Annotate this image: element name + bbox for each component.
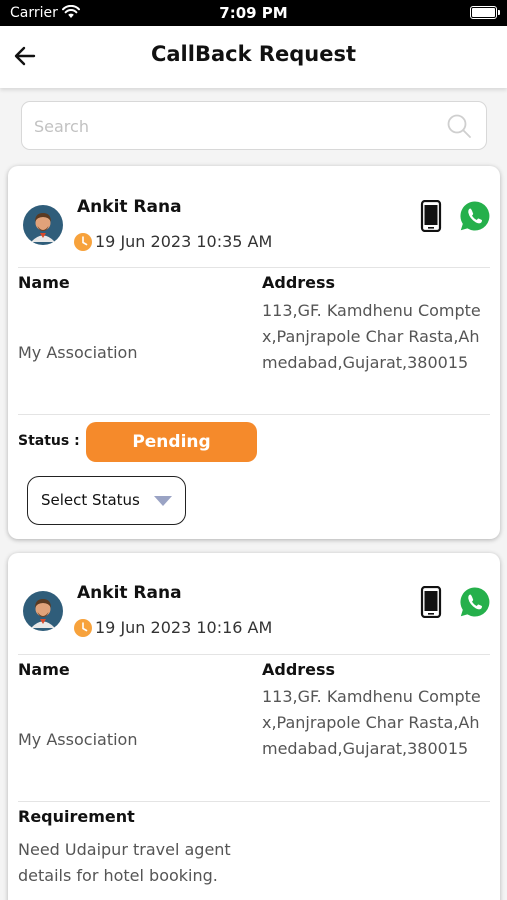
divider — [18, 654, 490, 655]
address-value: 113,GF. Kamdhenu Comptex,Panjrapole Char… — [262, 301, 481, 372]
contact-name: Ankit Rana — [77, 197, 182, 217]
clock-time: 7:09 PM — [219, 4, 288, 22]
association-value: My Association — [18, 730, 138, 749]
search-bar[interactable] — [21, 101, 487, 150]
association-value: My Association — [18, 343, 138, 362]
avatar — [23, 205, 63, 245]
divider — [18, 414, 490, 415]
battery-icon — [470, 6, 500, 19]
callback-card: Ankit Rana 19 Jun 2023 10:35 AM Name Add… — [8, 166, 500, 539]
phone-icon[interactable] — [420, 200, 442, 232]
app-header: CallBack Request — [0, 26, 507, 88]
requirement-value: Need Udaipur travel agent details for ho… — [18, 840, 231, 885]
address-label: Address — [262, 660, 336, 679]
contact-name: Ankit Rana — [77, 583, 182, 603]
status-badge: Pending — [86, 422, 257, 462]
chevron-down-icon — [154, 496, 172, 506]
status-label: Status : — [18, 433, 80, 449]
clock-icon — [74, 233, 92, 251]
request-datetime: 19 Jun 2023 10:16 AM — [95, 618, 273, 637]
request-datetime: 19 Jun 2023 10:35 AM — [95, 232, 273, 251]
name-label: Name — [18, 273, 70, 292]
page-title: CallBack Request — [150, 42, 357, 66]
whatsapp-icon[interactable] — [459, 200, 491, 232]
divider — [18, 267, 490, 268]
divider — [18, 801, 490, 802]
clock-icon — [74, 619, 92, 637]
requirement-label: Requirement — [18, 807, 135, 826]
select-status-dropdown[interactable]: Select Status — [27, 476, 186, 525]
whatsapp-icon[interactable] — [459, 586, 491, 618]
status-bar: Carrier 7:09 PM — [0, 0, 507, 26]
select-status-label: Select Status — [41, 491, 140, 509]
search-input[interactable] — [34, 114, 434, 138]
address-value: 113,GF. Kamdhenu Comptex,Panjrapole Char… — [262, 687, 481, 758]
avatar — [23, 591, 63, 631]
callback-card: Ankit Rana 19 Jun 2023 10:16 AM Name Add… — [8, 553, 500, 900]
address-label: Address — [262, 273, 336, 292]
phone-icon[interactable] — [420, 586, 442, 618]
name-label: Name — [18, 660, 70, 679]
search-icon[interactable] — [446, 113, 472, 139]
